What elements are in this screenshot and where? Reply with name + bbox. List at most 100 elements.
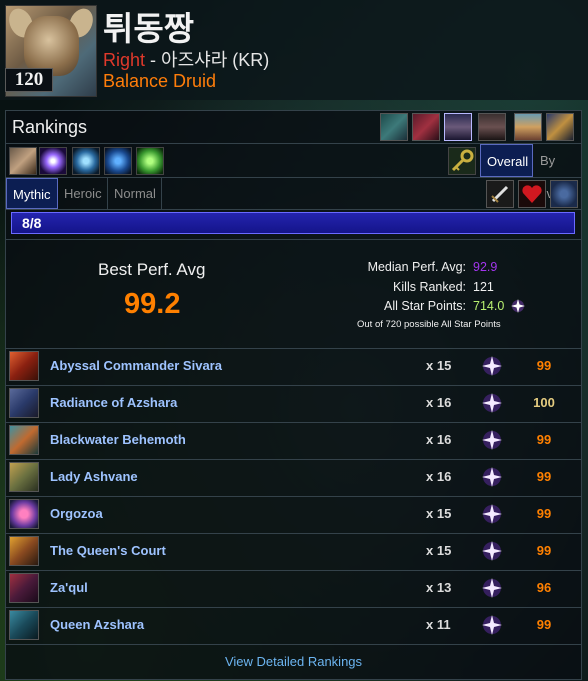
boss-portrait-icon [9,425,39,455]
avatar-face [24,16,79,76]
heart-icon-svg [522,185,542,203]
median-perf-value: 92.9 [473,260,498,274]
all-star-label: All Star Points: [384,299,466,313]
raid-icon-2[interactable] [39,147,67,175]
heart-icon[interactable] [518,180,546,208]
zone-icon-5[interactable] [514,113,542,141]
realm-name[interactable]: 아즈샤라 (KR) [161,50,269,70]
rankings-header-row: Rankings [6,111,581,144]
boss-portrait-icon [9,499,39,529]
all-star-value: 714.0 [473,299,505,313]
boss-row[interactable]: Radiance of Azshara x 16 100 [6,385,581,423]
faction-label: Right [103,50,146,70]
all-star-icon [482,393,502,413]
realm-separator: - [145,50,162,70]
boss-name[interactable]: Za'qul [50,580,88,595]
boss-row[interactable]: Queen Azshara x 11 99 [6,607,581,645]
boss-kill-count: x 15 [426,358,452,373]
progress-label: 8/8 [22,215,42,231]
rankings-panel: Rankings Overall By Ilvl Mythic Heroic N… [5,110,582,680]
performance-summary: Best Perf. Avg 99.2 Median Perf. Avg: 92… [6,239,581,349]
raid-icon-3[interactable] [72,147,100,175]
boss-row[interactable]: Blackwater Behemoth x 16 99 [6,422,581,460]
star-points-icon [511,299,525,313]
level-badge: 120 [5,68,53,92]
boss-perf-value: 99 [536,506,552,521]
spec-label: Balance Druid [103,71,217,91]
raid-icon-1[interactable] [9,147,37,175]
boss-kill-count: x 15 [426,506,452,521]
boss-row[interactable]: Za'qul x 13 96 [6,570,581,608]
boss-name[interactable]: Abyssal Commander Sivara [50,358,222,373]
best-perf-value: 99.2 [124,288,181,320]
raid-tier-row: Overall By Ilvl [6,144,581,201]
zone-icon-1[interactable] [380,113,408,141]
all-star-icon [482,356,502,376]
boss-name[interactable]: The Queen's Court [50,543,166,558]
kills-ranked-value: 121 [473,280,494,294]
sword-icon-svg [491,185,509,203]
boss-kill-count: x 16 [426,395,452,410]
boss-kill-count: x 16 [426,432,452,447]
boss-perf-value: 100 [533,395,555,410]
difficulty-row: Mythic Heroic Normal [6,178,581,210]
boss-row[interactable]: The Queen's Court x 15 99 [6,533,581,571]
character-header: 120 튀동짱 Right - 아즈샤라 (KR) Balance Druid [0,0,588,100]
rankings-title: Rankings [12,117,88,137]
zone-icon-6[interactable] [546,113,574,141]
boss-perf-value: 99 [536,617,552,632]
boss-perf-value: 96 [536,580,552,595]
boss-portrait-icon [9,462,39,492]
progress-bar: 8/8 [11,212,575,234]
key-icon-svg [451,149,474,172]
boss-kill-count: x 16 [426,469,452,484]
difficulty-mythic[interactable]: Mythic [6,178,58,209]
boss-kill-count: x 15 [426,543,452,558]
boss-name[interactable]: Blackwater Behemoth [50,432,186,447]
tab-overall[interactable]: Overall [480,144,533,177]
boss-kill-count: x 11 [426,617,451,632]
zone-icon-3[interactable] [444,113,472,141]
difficulty-heroic[interactable]: Heroic [58,178,108,209]
boss-portrait-icon [9,536,39,566]
progress-fill [12,213,574,233]
character-name: 튀동짱 [103,10,195,47]
boss-perf-value: 99 [536,358,552,373]
boss-name[interactable]: Lady Ashvane [50,469,138,484]
boss-perf-value: 99 [536,432,552,447]
raid-icon-5[interactable] [136,147,164,175]
boss-name[interactable]: Queen Azshara [50,617,144,632]
median-perf-label: Median Perf. Avg: [367,260,466,274]
key-icon[interactable] [448,147,476,175]
zone-icon-2[interactable] [412,113,440,141]
all-star-icon [482,467,502,487]
view-detailed-rankings-link[interactable]: View Detailed Rankings [6,654,581,669]
difficulty-normal[interactable]: Normal [108,178,162,209]
raid-icon-4[interactable] [104,147,132,175]
all-star-icon [482,541,502,561]
boss-portrait-icon [9,388,39,418]
all-star-icon [482,578,502,598]
boss-portrait-icon [9,351,39,381]
sword-icon[interactable] [486,180,514,208]
boss-name[interactable]: Radiance of Azshara [50,395,177,410]
all-star-icon [482,430,502,450]
all-star-icon [482,504,502,524]
boss-row[interactable]: Abyssal Commander Sivara x 15 99 [6,348,581,386]
boss-row[interactable]: Orgozoa x 15 99 [6,496,581,534]
all-star-note: Out of 720 possible All Star Points [357,319,501,330]
boss-portrait-icon [9,573,39,603]
all-star-icon [482,615,502,635]
boss-perf-value: 99 [536,543,552,558]
boss-name[interactable]: Orgozoa [50,506,103,521]
realm-line: Right - 아즈샤라 (KR) [103,46,269,72]
boss-perf-value: 99 [536,469,552,484]
boss-row[interactable]: Lady Ashvane x 16 99 [6,459,581,497]
tank-icon[interactable] [550,180,578,208]
boss-kill-count: x 13 [426,580,452,595]
best-perf-label: Best Perf. Avg [98,260,206,279]
zone-icon-4[interactable] [478,113,506,141]
kills-ranked-label: Kills Ranked: [393,280,466,294]
boss-portrait-icon [9,610,39,640]
tab-by-ilvl[interactable]: By Ilvl [534,144,580,201]
